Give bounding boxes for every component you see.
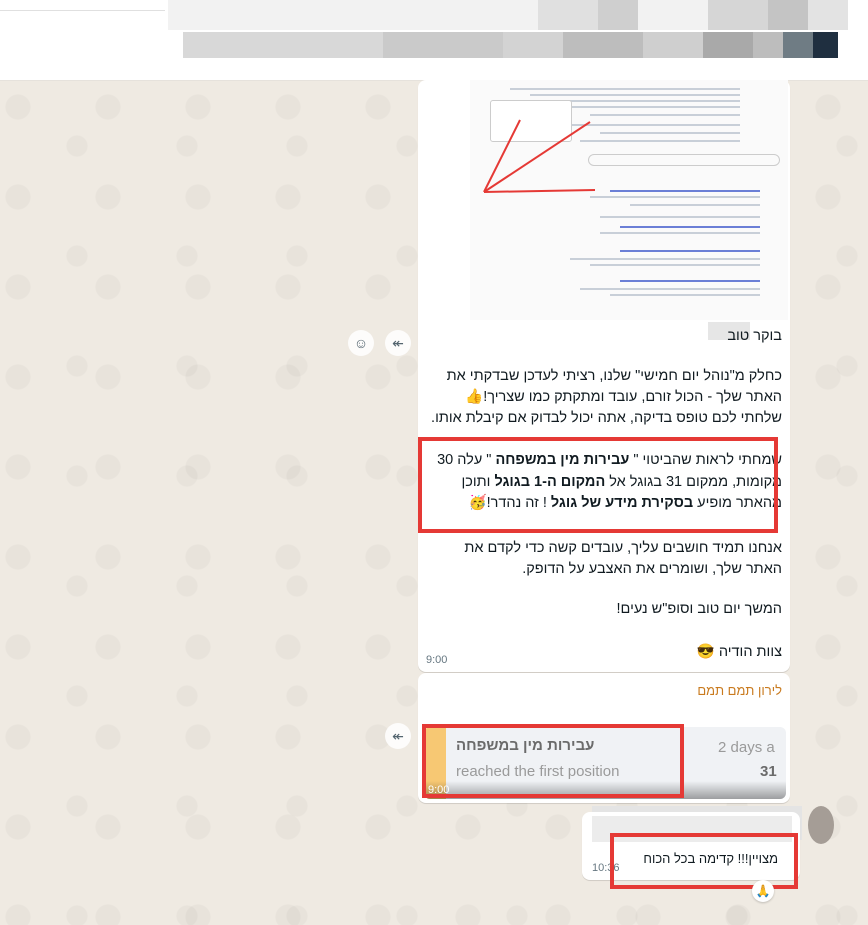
para4: המשך יום טוב וסופ"ש נעים! bbox=[616, 601, 782, 617]
chat-header bbox=[0, 0, 868, 81]
smile-icon[interactable]: ☺ bbox=[348, 330, 374, 356]
header-divider bbox=[0, 10, 165, 11]
red-arrows bbox=[483, 119, 596, 193]
para3-line2: האתר שלך, ושומרים את האצבע על הדופק. bbox=[522, 561, 782, 577]
forward-icon[interactable]: ↞ bbox=[385, 330, 411, 356]
message1-time: 9:00 bbox=[426, 654, 448, 666]
forward-icon-2[interactable]: ↞ bbox=[385, 723, 411, 749]
avatar bbox=[808, 806, 834, 844]
highlight-box-2 bbox=[422, 724, 684, 798]
para1-line1: כחלק מ"נוהל יום חמישי" שלנו, רציתי לעדכן… bbox=[446, 368, 782, 384]
blurred-header-area bbox=[168, 0, 868, 80]
para1-line2: האתר שלך - הכול זורם, עובד ומתקתק כמו שצ… bbox=[465, 389, 782, 405]
para3-line1: אנחנו תמיד חושבים עליך, עובדים קשה כדי ל… bbox=[464, 540, 782, 556]
screenshot-image[interactable] bbox=[470, 80, 788, 320]
para1-line3: שלחתי לכם טופס בדיקה, אתה יכול לבדוק אם … bbox=[431, 410, 782, 426]
quote-right-bottom: 31 bbox=[760, 763, 777, 780]
sender-name[interactable]: לירון תמם תמם bbox=[697, 683, 782, 698]
signature: צוות הודיה 😎 bbox=[696, 644, 782, 660]
greeting-text: בוקר טוב bbox=[727, 328, 782, 344]
reaction-badge[interactable]: 🙏 bbox=[752, 880, 774, 902]
quote-right-top: 2 days a bbox=[718, 739, 775, 756]
highlight-box-3 bbox=[610, 833, 798, 889]
highlight-box-1 bbox=[418, 437, 778, 533]
